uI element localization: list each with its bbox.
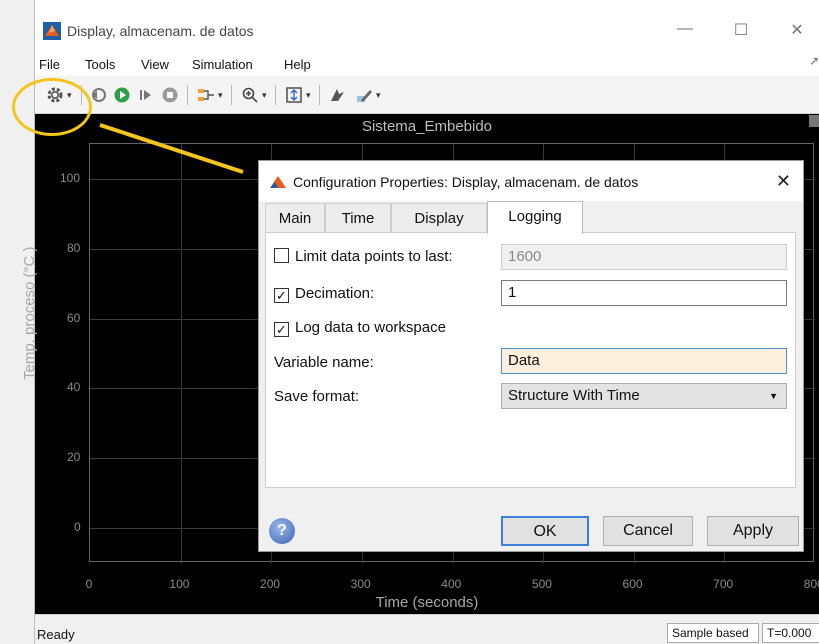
tab-logging[interactable]: Logging [487,201,583,234]
log-workspace-label: Log data to workspace [295,319,446,336]
log-workspace-row: ✓ Log data to workspace [274,319,446,337]
dialog-close-button[interactable]: ✕ [776,171,791,192]
cancel-button[interactable]: Cancel [603,516,693,546]
tab-main[interactable]: Main [265,203,325,233]
variable-name-label: Variable name: [274,354,374,371]
decimation-input[interactable]: 1 [501,280,787,306]
log-workspace-checkbox[interactable]: ✓ [274,322,289,337]
decimation-checkbox[interactable]: ✓ [274,288,289,303]
configuration-dialog: Configuration Properties: Display, almac… [258,160,804,552]
tab-display[interactable]: Display [391,203,487,233]
tab-time[interactable]: Time [325,203,391,233]
save-format-value: Structure With Time [508,387,640,404]
help-button[interactable]: ? [269,518,295,544]
dialog-title-bar: Configuration Properties: Display, almac… [259,161,803,201]
limit-points-input: 1600 [501,244,787,270]
ok-button[interactable]: OK [501,516,589,546]
logging-panel: Limit data points to last: 1600 ✓ Decimat… [265,232,796,488]
variable-name-input[interactable]: Data [501,348,787,374]
dialog-title: Configuration Properties: Display, almac… [293,174,639,190]
decimation-label: Decimation: [295,285,375,302]
save-format-label: Save format: [274,388,360,405]
matlab-logo-icon [270,176,286,188]
decimation-row: ✓ Decimation: [274,285,374,303]
save-format-select[interactable]: Structure With Time ▼ [501,383,787,409]
chevron-down-icon: ▼ [769,391,778,401]
limit-points-label: Limit data points to last: [295,248,453,265]
limit-points-checkbox[interactable] [274,248,289,263]
apply-button[interactable]: Apply [707,516,799,546]
limit-points-row: Limit data points to last: [274,248,453,265]
